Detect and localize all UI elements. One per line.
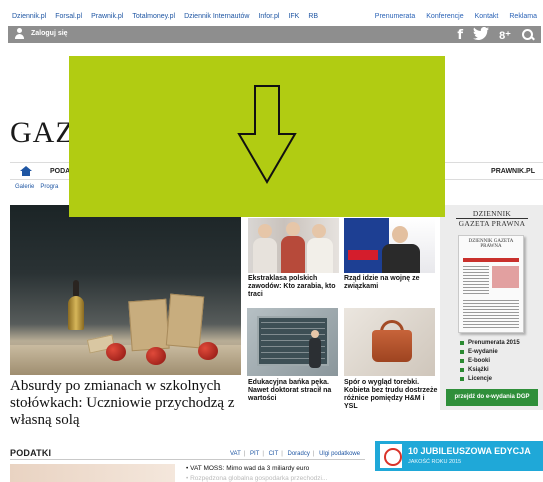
facebook-icon[interactable]: f [457, 28, 463, 43]
article-thumbnail[interactable] [344, 218, 435, 273]
list-item[interactable]: E-wydanie [460, 348, 520, 357]
list-item[interactable]: Licencje [460, 375, 520, 384]
paper-bag [128, 298, 170, 352]
search-icon[interactable] [521, 28, 535, 42]
login-button[interactable]: Zaloguj się [14, 28, 68, 39]
top-links-bar: Dziennik.pl Forsal.pl Prawnik.pl Totalmo… [0, 8, 543, 26]
utility-links: Prenumerata Konferencje Kontakt Reklama [375, 13, 537, 20]
e-edition-button[interactable]: przejdź do e-wydania DGP [446, 389, 538, 406]
login-label: Zaloguj się [31, 30, 68, 37]
jubilee-title: 10 JUBILEUSZOWA EDYCJA [408, 446, 531, 456]
link-forsal[interactable]: Forsal.pl [55, 13, 82, 20]
list-item-text: VAT MOSS: Mimo wad da 3 miliardy euro [190, 465, 310, 472]
tab-vat[interactable]: VAT [230, 451, 241, 457]
list-item-text: Rozpędzona globalna gospodarka przechodz… [190, 475, 328, 482]
article-headline[interactable]: Edukacyjna bańka pęka. Nawet doktorat st… [248, 379, 343, 403]
sub-nav: Galerie Progra [15, 184, 58, 190]
hero-headline[interactable]: Absurdy po zmianach w szkolnych stołówka… [10, 378, 242, 429]
user-icon [14, 28, 25, 39]
link-totalmoney[interactable]: Totalmoney.pl [132, 13, 175, 20]
section-title[interactable]: PODATKI [10, 448, 51, 458]
apple [146, 347, 166, 365]
hero-image[interactable] [10, 205, 241, 375]
jubilee-banner[interactable]: 10 JUBILEUSZOWA EDYCJA JAKOŚĆ ROKU 2015 [375, 441, 543, 471]
link-kontakt[interactable]: Kontakt [475, 13, 499, 20]
list-item[interactable]: Książki [460, 366, 520, 375]
partner-links: Dziennik.pl Forsal.pl Prawnik.pl Totalmo… [12, 13, 318, 20]
subnav-item-galerie[interactable]: Galerie [15, 184, 34, 190]
tab-ulgi[interactable]: Ulgi podatkowe [319, 451, 360, 457]
tab-doradcy[interactable]: Doradcy [288, 451, 310, 457]
section-divider [10, 459, 365, 460]
section-tabs: VAT | PIT | CIT | Doradcy | Ulgi podatkowe [230, 451, 361, 457]
link-rb[interactable]: RB [308, 13, 318, 20]
google-plus-icon[interactable]: 8⁺ [499, 29, 511, 42]
award-icon [380, 444, 402, 468]
dgp-sidebar: DZIENNIK GAZETA PRAWNA DZIENNIK GAZETA P… [440, 205, 543, 410]
article-thumbnail[interactable] [247, 308, 338, 376]
list-item[interactable]: • Rozpędzona globalna gospodarka przecho… [186, 475, 327, 482]
link-ifk[interactable]: IFK [288, 13, 299, 20]
scroll-down-banner[interactable] [69, 56, 445, 217]
newspaper-cover[interactable]: DZIENNIK GAZETA PRAWNA [458, 235, 524, 333]
link-dziennik[interactable]: Dziennik.pl [12, 13, 46, 20]
user-bar: Zaloguj się f 8⁺ [8, 26, 541, 43]
handbag [372, 330, 412, 362]
list-item[interactable]: • VAT MOSS: Mimo wad da 3 miliardy euro [186, 465, 309, 472]
paper-bag [165, 293, 205, 349]
arrow-down-icon [237, 85, 297, 184]
article-headline[interactable]: Rząd idzie na wojnę ze związkami [344, 275, 436, 291]
dgp-links: Prenumerata 2015 E-wydanie E-booki Książ… [460, 339, 520, 384]
link-reklama[interactable]: Reklama [509, 13, 537, 20]
list-item[interactable]: E-booki [460, 357, 520, 366]
dgp-logo-line2: GAZETA PRAWNA [458, 219, 526, 228]
social-icons: f 8⁺ [457, 26, 535, 43]
article-thumbnail[interactable] [248, 218, 339, 273]
apple [106, 343, 126, 361]
site-logo[interactable]: GAZ [10, 116, 75, 150]
article-headline[interactable]: Spór o wygląd torebki. Kobieta bez trudu… [344, 379, 438, 411]
link-infor[interactable]: Infor.pl [258, 13, 279, 20]
tab-pit[interactable]: PIT [250, 451, 259, 457]
apple [198, 342, 218, 360]
twitter-icon[interactable] [473, 26, 490, 43]
link-konferencje[interactable]: Konferencje [426, 13, 463, 20]
section-thumbnail[interactable] [10, 464, 175, 482]
school-bell [68, 280, 84, 330]
dgp-logo-line1: DZIENNIK [472, 209, 512, 218]
nav-item-prawnik[interactable]: PRAWNIK.PL [491, 168, 535, 175]
link-prenumerata[interactable]: Prenumerata [375, 13, 415, 20]
link-prawnik[interactable]: Prawnik.pl [91, 13, 123, 20]
subnav-item-programy[interactable]: Progra [40, 184, 58, 190]
cover-masthead: DZIENNIK GAZETA PRAWNA [468, 239, 514, 249]
jubilee-subtitle: JAKOŚĆ ROKU 2015 [408, 459, 462, 465]
tab-cit[interactable]: CIT [269, 451, 279, 457]
article-headline[interactable]: Ekstraklasa polskich zawodów: Kto zarabi… [248, 275, 343, 299]
list-item[interactable]: Prenumerata 2015 [460, 339, 520, 348]
dgp-logo[interactable]: DZIENNIK GAZETA PRAWNA [450, 210, 534, 227]
home-icon[interactable] [20, 166, 32, 177]
link-dziennik-internautow[interactable]: Dziennik Internautów [184, 13, 249, 20]
article-thumbnail[interactable] [344, 308, 435, 376]
